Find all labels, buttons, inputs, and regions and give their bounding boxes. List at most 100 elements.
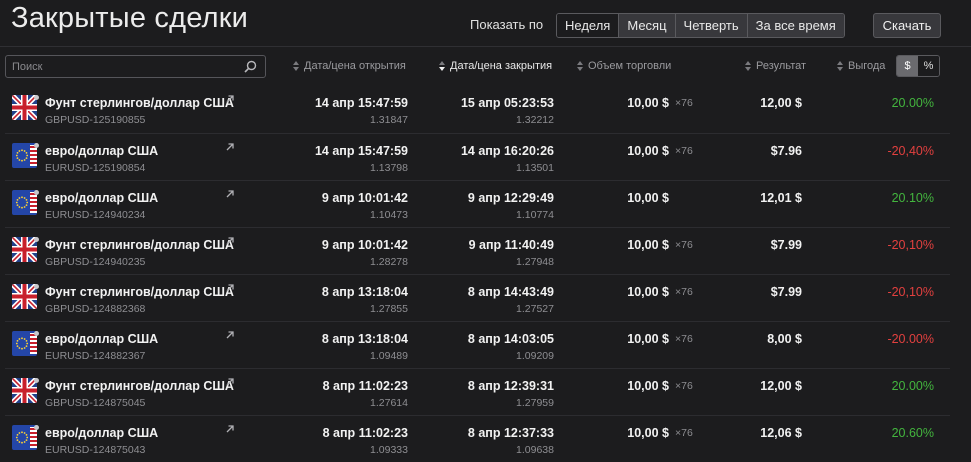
open-time: 14 апр 15:47:59	[314, 96, 408, 110]
trade-result: 12,01 $	[760, 191, 802, 205]
open-price: 1.27855	[370, 303, 408, 315]
period-all-time-button[interactable]: За все время	[747, 14, 844, 37]
close-time: 9 апр 12:29:49	[467, 191, 554, 205]
pair-name: евро/доллар США	[45, 191, 159, 205]
trade-row[interactable]: евро/доллар США EURUSD-124940234 9 апр 10:…	[5, 181, 950, 228]
trade-code: EURUSD-124882367	[45, 350, 146, 362]
trade-result: 12,06 $	[760, 426, 802, 440]
multiplier: ×76	[675, 145, 693, 157]
trade-code: GBPUSD-124882368	[45, 303, 146, 315]
column-header-open[interactable]: Дата/цена открытия	[293, 60, 406, 72]
trade-volume: 10,00 $	[627, 379, 669, 393]
open-time: 8 апр 13:18:04	[321, 285, 408, 299]
column-header-close[interactable]: Дата/цена закрытия	[439, 60, 552, 72]
search-icon[interactable]	[244, 60, 257, 73]
multiplier: ×76	[675, 286, 693, 298]
trade-volume: 10,00 $	[627, 144, 669, 158]
sort-icon	[745, 61, 751, 71]
download-button[interactable]: Скачать	[873, 13, 941, 38]
trade-profit: 20.10%	[891, 191, 934, 205]
trades-list: Фунт стерлингов/доллар США GBPUSD-1251908…	[5, 86, 950, 462]
sort-icon	[837, 61, 843, 71]
column-header-result-label: Результат	[756, 60, 807, 72]
trade-row[interactable]: евро/доллар США EURUSD-125190854 14 апр 15…	[5, 134, 950, 181]
close-time: 15 апр 05:23:53	[460, 96, 554, 110]
column-header-profit[interactable]: Выгода	[837, 60, 885, 72]
trade-row[interactable]: Фунт стерлингов/доллар США GBPUSD-1249402…	[5, 228, 950, 275]
trade-result: $7.99	[770, 238, 802, 252]
trade-result: 12,00 $	[760, 96, 802, 110]
trade-row[interactable]: евро/доллар США EURUSD-124875043 8 апр 11:…	[5, 416, 950, 462]
uk-flag-icon	[12, 95, 37, 120]
period-quarter-button[interactable]: Четверть	[675, 14, 748, 37]
uk-flag-icon	[12, 237, 37, 262]
toggle-dollar-button[interactable]: $	[897, 56, 918, 76]
sort-icon	[293, 61, 299, 71]
close-price: 1.32212	[516, 114, 554, 126]
column-header-open-label: Дата/цена открытия	[304, 60, 406, 72]
trade-volume: 10,00 $	[627, 426, 669, 440]
period-month-button[interactable]: Месяц	[619, 14, 676, 37]
trade-volume: 10,00 $	[627, 238, 669, 252]
trade-code: GBPUSD-125190855	[45, 114, 146, 126]
trade-volume: 10,00 $	[627, 96, 669, 110]
trade-result: 8,00 $	[767, 332, 802, 346]
pair-name: евро/доллар США	[45, 332, 159, 346]
close-time: 8 апр 12:37:33	[467, 426, 554, 440]
toggle-percent-button[interactable]: %	[918, 56, 939, 76]
status-dot	[34, 190, 39, 195]
external-link-icon[interactable]	[225, 283, 235, 293]
trade-result: $7.99	[770, 285, 802, 299]
close-price: 1.27959	[516, 397, 554, 409]
trade-row[interactable]: евро/доллар США EURUSD-124882367 8 апр 13:…	[5, 322, 950, 369]
show-by-label: Показать по	[470, 17, 544, 32]
trade-code: EURUSD-124875043	[45, 444, 146, 456]
status-dot	[34, 425, 39, 430]
trade-profit: 20.00%	[891, 379, 934, 393]
column-header-profit-label: Выгода	[848, 60, 886, 72]
trade-volume: 10,00 $	[627, 191, 669, 205]
trade-row[interactable]: Фунт стерлингов/доллар США GBPUSD-1248750…	[5, 369, 950, 416]
external-link-icon[interactable]	[225, 189, 235, 199]
open-price: 1.09489	[370, 350, 408, 362]
close-time: 8 апр 14:43:49	[467, 285, 554, 299]
external-link-icon[interactable]	[225, 142, 235, 152]
trade-result: 12,00 $	[760, 379, 802, 393]
close-price: 1.27527	[516, 303, 554, 315]
external-link-icon[interactable]	[225, 94, 235, 104]
external-link-icon[interactable]	[225, 424, 235, 434]
trade-profit: -20,10%	[887, 238, 934, 252]
trade-profit: -20,40%	[887, 144, 934, 158]
trade-profit: 20.60%	[891, 426, 934, 440]
open-time: 8 апр 13:18:04	[321, 332, 408, 346]
eu-flag-icon	[12, 190, 37, 215]
table-header: Дата/цена открытия Дата/цена закрытия Об…	[0, 46, 971, 86]
open-price: 1.31847	[370, 114, 408, 126]
trade-code: EURUSD-125190854	[45, 162, 146, 174]
pair-name: евро/доллар США	[45, 144, 159, 158]
trade-result: $7.96	[770, 144, 802, 158]
pair-name: Фунт стерлингов/доллар США	[45, 285, 234, 299]
trade-volume: 10,00 $	[627, 285, 669, 299]
external-link-icon[interactable]	[225, 236, 235, 246]
column-header-volume[interactable]: Объем торговли	[577, 60, 671, 72]
external-link-icon[interactable]	[225, 377, 235, 387]
close-price: 1.09209	[516, 350, 554, 362]
period-selector: Неделя Месяц Четверть За все время	[556, 13, 845, 38]
trade-row[interactable]: Фунт стерлингов/доллар США GBPUSD-1251908…	[5, 86, 950, 134]
pair-name: Фунт стерлингов/доллар США	[45, 238, 234, 252]
column-header-result[interactable]: Результат	[745, 60, 806, 72]
open-time: 9 апр 10:01:42	[321, 191, 408, 205]
open-price: 1.13798	[370, 162, 408, 174]
trade-row[interactable]: Фунт стерлингов/доллар США GBPUSD-1248823…	[5, 275, 950, 322]
search-input[interactable]	[12, 58, 237, 75]
close-price: 1.27948	[516, 256, 554, 268]
pair-name: евро/доллар США	[45, 426, 159, 440]
multiplier: ×76	[675, 333, 693, 345]
trade-code: EURUSD-124940234	[45, 209, 146, 221]
external-link-icon[interactable]	[225, 330, 235, 340]
eu-flag-icon	[12, 143, 37, 168]
multiplier: ×76	[675, 239, 693, 251]
period-week-button[interactable]: Неделя	[557, 14, 620, 37]
eu-flag-icon	[12, 331, 37, 356]
